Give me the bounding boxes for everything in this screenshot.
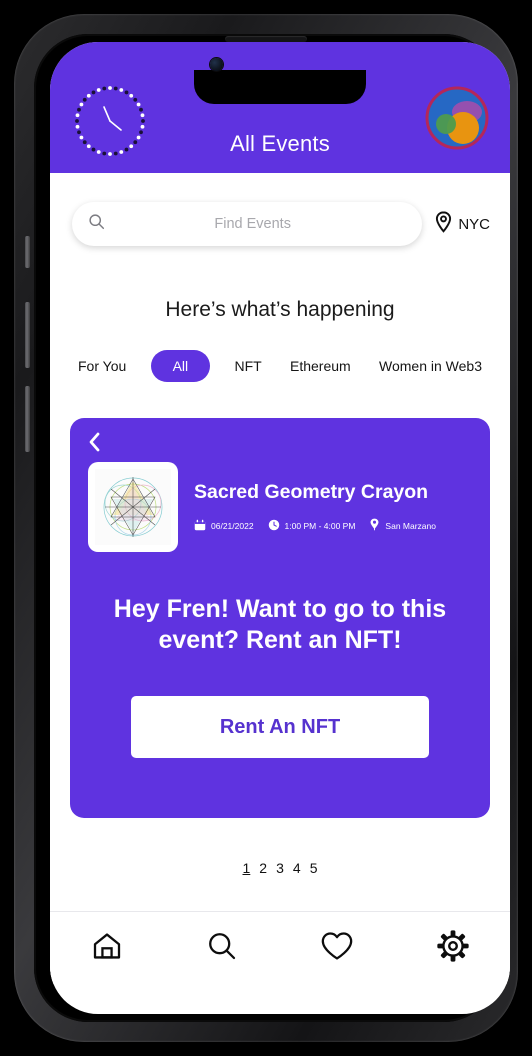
event-time: 1:00 PM - 4:00 PM	[268, 519, 356, 533]
heart-icon	[320, 929, 354, 968]
cta-headline: Hey Fren! Want to go to this event? Rent…	[88, 594, 472, 656]
cta-headline-line1: Hey Fren! Want to go to this	[113, 595, 447, 623]
filter-chip-ethereum[interactable]: Ethereum	[286, 356, 355, 376]
nav-home[interactable]	[91, 930, 123, 967]
screen-notch	[194, 70, 366, 104]
volume-down-button[interactable]	[25, 386, 30, 452]
search-icon	[206, 930, 238, 967]
section-heading: Here’s what’s happening	[165, 298, 395, 321]
search-input[interactable]	[99, 215, 407, 233]
event-date: 06/21/2022	[194, 519, 254, 533]
filter-chip-all[interactable]: All	[150, 350, 211, 382]
map-pin-icon	[369, 518, 380, 533]
event-time-text: 1:00 PM - 4:00 PM	[284, 520, 356, 531]
filter-chips: For You All NFT Ethereum Women in Web3	[50, 322, 510, 382]
event-card: Sacred Geometry Crayon 06/21/2022 1:00 P…	[70, 418, 490, 818]
page-number-2[interactable]: 2	[258, 860, 268, 876]
mute-switch-button[interactable]	[25, 236, 30, 268]
bottom-navigation	[50, 911, 510, 984]
clock-icon	[268, 519, 280, 533]
home-icon	[91, 930, 123, 967]
chevron-left-icon[interactable]	[88, 432, 110, 456]
front-camera	[210, 58, 223, 71]
filter-chip-nft[interactable]: NFT	[230, 356, 265, 376]
filter-chip-women-in-web3[interactable]: Women in Web3	[375, 356, 486, 376]
event-title: Sacred Geometry Crayon	[194, 481, 429, 503]
volume-up-button[interactable]	[25, 302, 30, 368]
calendar-icon	[194, 519, 206, 533]
nav-settings[interactable]	[437, 929, 469, 967]
app-body: NYC Here’s what’s happening For You All …	[50, 173, 510, 984]
nav-search[interactable]	[206, 930, 238, 967]
search-row: NYC	[50, 173, 510, 246]
earpiece-speaker	[225, 36, 307, 42]
profile-avatar[interactable]	[425, 86, 489, 150]
cta-headline-line2: event? Rent an NFT!	[158, 626, 402, 654]
event-meta-row: 06/21/2022 1:00 PM - 4:00 PM San Marzano	[194, 518, 472, 533]
page-number-4[interactable]: 4	[292, 860, 302, 876]
page-number-3[interactable]: 3	[275, 860, 285, 876]
phone-screen: All Events Find Events NYC Here’s what’s…	[50, 42, 510, 1014]
event-summary: Sacred Geometry Crayon 06/21/2022 1:00 P…	[88, 462, 472, 552]
dotted-clock-icon[interactable]	[73, 84, 147, 158]
location-label: NYC	[458, 215, 490, 233]
page-title: All Events	[230, 131, 330, 156]
screenshot-root: All Events Find Events NYC Here’s what’s…	[0, 0, 532, 1056]
phone-frame: All Events Find Events NYC Here’s what’s…	[14, 14, 518, 1042]
location-pin-icon	[434, 211, 453, 237]
event-location-text: San Marzano	[385, 520, 436, 531]
event-date-text: 06/21/2022	[211, 520, 254, 531]
search-box[interactable]	[72, 202, 423, 246]
page-number-1[interactable]: 1	[242, 860, 252, 876]
nav-favorites[interactable]	[320, 929, 354, 968]
location-selector[interactable]: NYC	[434, 211, 492, 237]
app-header: All Events	[50, 42, 510, 173]
rent-nft-button[interactable]: Rent An NFT	[131, 696, 429, 758]
gear-icon	[437, 929, 469, 967]
pagination: 1 2 3 4 5	[50, 860, 510, 876]
page-number-5[interactable]: 5	[309, 860, 319, 876]
event-text-block: Sacred Geometry Crayon 06/21/2022 1:00 P…	[194, 481, 472, 533]
sacred-geometry-artwork	[88, 462, 178, 552]
filter-chip-for-you[interactable]: For You	[74, 356, 130, 376]
event-location: San Marzano	[369, 518, 436, 533]
